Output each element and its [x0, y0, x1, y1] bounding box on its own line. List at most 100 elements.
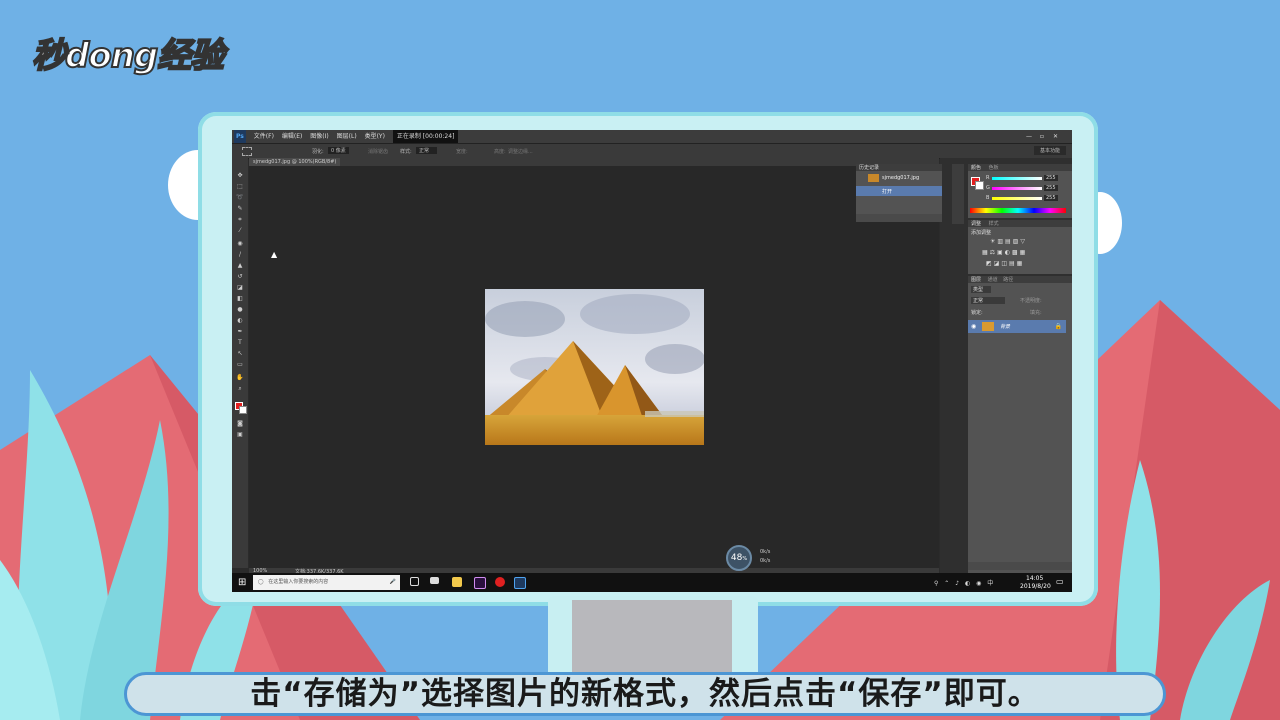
notification-icon[interactable]: ▭ — [1056, 577, 1064, 586]
style-label: 样式: — [400, 149, 412, 155]
layer-kind-filter[interactable]: 类型 — [971, 286, 992, 293]
tools-panel: ✥ ⬚ ➰ ✎ ⌗ ⁄ ◉ / ▲ ↺ ◪ ◧ ● ◐ ✒ T ↖ ▭ ✋ ⌕ … — [232, 158, 248, 568]
b-slider[interactable] — [992, 197, 1042, 200]
crop-tool-icon[interactable]: ⌗ — [236, 216, 244, 223]
monitor-stand-inner — [572, 600, 732, 674]
adjustment-icons-row-3[interactable]: ◩◪◫▤▦ — [986, 260, 1024, 267]
menu-layer[interactable]: 图层(L) — [337, 130, 357, 143]
speed-meter-badge[interactable]: 48% — [726, 545, 752, 571]
menu-file[interactable]: 文件(F) — [254, 130, 274, 143]
tab-swatches[interactable]: 色板 — [986, 165, 1002, 171]
stamp-tool-icon[interactable]: ▲ — [236, 262, 244, 269]
lasso-tool-icon[interactable]: ➰ — [236, 194, 244, 201]
g-value[interactable]: 255 — [1044, 185, 1058, 191]
menu-image[interactable]: 图像(I) — [310, 130, 328, 143]
layers-panel: 图层 通道 路径 类型 正常 不透明度: 锁定: 填充: ◉ 背景 🔒 — [968, 276, 1072, 576]
shape-tool-icon[interactable]: ▭ — [236, 361, 244, 368]
brush-tool-icon[interactable]: / — [236, 251, 244, 258]
menu-edit[interactable]: 编辑(E) — [282, 130, 302, 143]
layer-visibility-eye-icon[interactable]: ◉ — [971, 323, 976, 330]
tab-channels[interactable]: 通道 — [986, 277, 1000, 283]
r-value[interactable]: 255 — [1044, 175, 1058, 181]
recorder-icon[interactable] — [495, 577, 505, 587]
history-brush-tool-icon[interactable]: ↺ — [236, 273, 244, 280]
tray-icons[interactable]: ⚲ ⌃ ♪ ◐ ◉ 中 — [934, 578, 995, 587]
gradient-tool-icon[interactable]: ◧ — [236, 295, 244, 302]
color-bg-swatch[interactable] — [975, 181, 984, 190]
dodge-tool-icon[interactable]: ◐ — [236, 317, 244, 324]
task-view-icon[interactable] — [410, 577, 419, 586]
speed-meter-value: 48 — [730, 553, 743, 563]
screen: Ps 文件(F) 编辑(E) 图像(I) 图层(L) 类型(Y) 正在录制 [0… — [232, 130, 1072, 592]
adjustment-icons-row-1[interactable]: ☀▥▤▨▽ — [990, 238, 1027, 245]
r-slider[interactable] — [992, 177, 1042, 180]
adjustments-title: 添加调整 — [971, 230, 992, 236]
mail-icon[interactable] — [430, 577, 439, 584]
layer-lock-icon: 🔒 — [1054, 323, 1062, 330]
subtitle-text: 击“存储为”选择图片的新格式，然后点击“保存”即可。 — [250, 676, 1040, 712]
zoom-tool-icon[interactable]: ⌕ — [236, 385, 244, 392]
eyedropper-tool-icon[interactable]: ⁄ — [236, 227, 244, 234]
taskbar-search-box[interactable]: ◯ 在这里输入你要搜索的内容 🎤 — [253, 575, 400, 590]
marquee-options-icon[interactable] — [242, 147, 252, 156]
screen-mode-icon[interactable]: ▣ — [236, 431, 244, 438]
windows-taskbar: ⊞ ◯ 在这里输入你要搜索的内容 🎤 ⚲ ⌃ ♪ ◐ ◉ 中 14:05 201… — [232, 573, 1072, 592]
layers-panel-tabs: 图层 通道 路径 — [968, 276, 1072, 283]
document-image[interactable] — [485, 289, 704, 445]
search-circle-icon: ◯ — [258, 579, 264, 585]
window-minimize-icon[interactable]: — — [1026, 130, 1032, 143]
b-value[interactable]: 255 — [1044, 195, 1058, 201]
tab-styles[interactable]: 样式 — [986, 221, 1002, 227]
clock-date[interactable]: 2019/8/20 — [1020, 583, 1051, 590]
history-footer — [856, 214, 942, 222]
hand-tool-icon[interactable]: ✋ — [236, 374, 244, 381]
windows-start-icon[interactable]: ⊞ — [238, 577, 246, 588]
quick-select-tool-icon[interactable]: ✎ — [236, 205, 244, 212]
tab-paths[interactable]: 路径 — [1001, 277, 1015, 283]
quick-mask-icon[interactable]: ◙ — [236, 420, 244, 427]
path-select-tool-icon[interactable]: ↖ — [236, 350, 244, 357]
move-tool-icon[interactable]: ✥ — [236, 172, 244, 179]
mouse-cursor-icon: ▲ — [271, 250, 278, 259]
history-panel: 历史记录 sjmedg017.jpg 打开 — [856, 164, 942, 222]
background-color-swatch[interactable] — [239, 406, 247, 414]
style-select[interactable]: 正常 — [416, 147, 438, 154]
refine-edge-button[interactable]: 调整边缘... — [508, 148, 533, 155]
history-snapshot-row[interactable]: sjmedg017.jpg — [856, 172, 942, 184]
photoshop-taskbar-icon[interactable] — [514, 577, 526, 589]
tab-color[interactable]: 颜色 — [968, 165, 984, 171]
blur-tool-icon[interactable]: ● — [236, 306, 244, 313]
spectrum-bar[interactable] — [970, 208, 1066, 213]
window-close-icon[interactable]: ✕ — [1053, 130, 1058, 143]
document-tab-bar: sjmedg017.jpg @ 100%(RGB/8#) — [249, 158, 939, 166]
clock-time[interactable]: 14:05 — [1026, 575, 1043, 582]
file-explorer-icon[interactable] — [452, 577, 462, 587]
opacity-label: 不透明度: — [1020, 298, 1042, 304]
menu-type[interactable]: 类型(Y) — [365, 130, 385, 143]
g-slider[interactable] — [992, 187, 1042, 190]
healing-tool-icon[interactable]: ◉ — [236, 240, 244, 247]
adjustment-icons-row-2[interactable]: ▦⚖▣◐▩▦ — [982, 249, 1027, 256]
color-panel: 颜色 色板 R 255 G 255 B 255 — [968, 164, 1072, 218]
taskbar-search-input[interactable]: 在这里输入你要搜索的内容 — [268, 579, 328, 585]
feather-input[interactable]: 0 像素 — [328, 147, 349, 154]
eraser-tool-icon[interactable]: ◪ — [236, 284, 244, 291]
window-maximize-icon[interactable]: ▫ — [1040, 130, 1044, 143]
history-step-row[interactable]: 打开 — [856, 186, 942, 196]
document-tab[interactable]: sjmedg017.jpg @ 100%(RGB/8#) — [249, 158, 341, 166]
tab-layers[interactable]: 图层 — [968, 277, 984, 283]
height-label: 高度: — [494, 149, 506, 155]
b-label: B — [986, 195, 990, 201]
layer-row-background[interactable]: ◉ 背景 🔒 — [968, 320, 1066, 333]
snapshot-name: sjmedg017.jpg — [882, 175, 920, 181]
mic-icon[interactable]: 🎤 — [390, 575, 396, 590]
blend-mode-select[interactable]: 正常 — [971, 297, 1006, 304]
marquee-tool-icon[interactable]: ⬚ — [236, 183, 244, 190]
workspace-switcher[interactable]: 基本功能 — [1033, 146, 1066, 155]
tab-adjustments[interactable]: 调整 — [968, 221, 984, 227]
pen-tool-icon[interactable]: ✒ — [236, 328, 244, 335]
ps-app-icon[interactable]: Ps — [234, 130, 246, 143]
tab-history[interactable]: 历史记录 — [856, 165, 882, 171]
type-tool-icon[interactable]: T — [236, 339, 244, 346]
premiere-icon[interactable] — [474, 577, 486, 589]
